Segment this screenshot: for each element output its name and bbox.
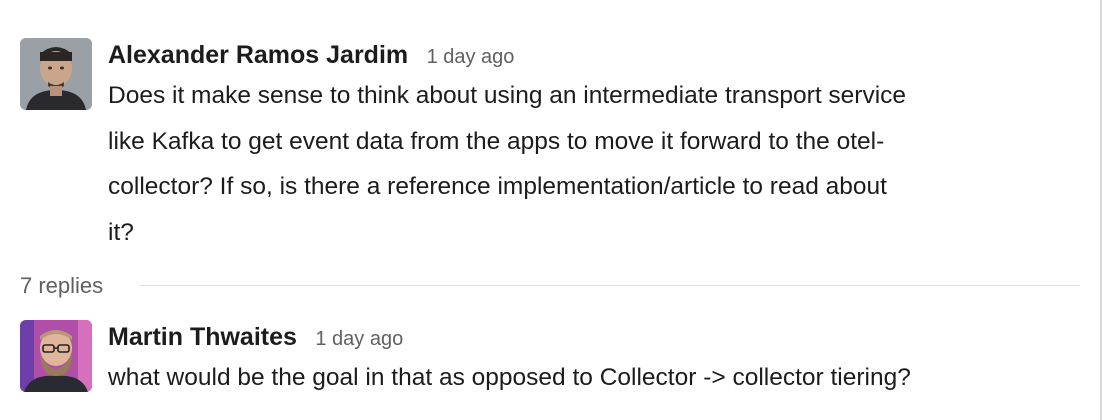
author-name[interactable]: Martin Thwaites (108, 323, 297, 351)
thread-view: Alexander Ramos Jardim 1 day ago Does it… (0, 0, 1102, 420)
message-text-line: collector? If so, is there a reference i… (108, 173, 887, 200)
message-text: Does it make sense to think about using … (108, 73, 1093, 255)
replies-count-link[interactable]: 7 replies (20, 268, 124, 304)
message-header: Alexander Ramos Jardim 1 day ago (108, 38, 1090, 72)
message-text-line: like Kafka to get event data from the ap… (108, 127, 885, 155)
message-header: Martin Thwaites 1 day ago (108, 320, 1090, 354)
user-avatar-icon (20, 38, 92, 110)
avatar[interactable] (20, 320, 92, 392)
message-text: what would be the goal in that as oppose… (108, 355, 1093, 401)
message-body: Martin Thwaites 1 day ago what would be … (108, 320, 1090, 401)
message-timestamp[interactable]: 1 day ago (315, 328, 403, 350)
divider-line (140, 285, 1080, 286)
user-avatar-icon (20, 320, 92, 392)
message-text-line: what would be the goal in that as oppose… (108, 364, 911, 391)
message-text-line: Does it make sense to think about using … (108, 82, 907, 109)
author-name[interactable]: Alexander Ramos Jardim (108, 41, 408, 69)
replies-divider-row: 7 replies (20, 268, 1080, 304)
message-text-line: it? (108, 218, 134, 246)
message-timestamp[interactable]: 1 day ago (427, 46, 515, 68)
message-body: Alexander Ramos Jardim 1 day ago Does it… (108, 38, 1090, 255)
avatar[interactable] (20, 38, 92, 110)
